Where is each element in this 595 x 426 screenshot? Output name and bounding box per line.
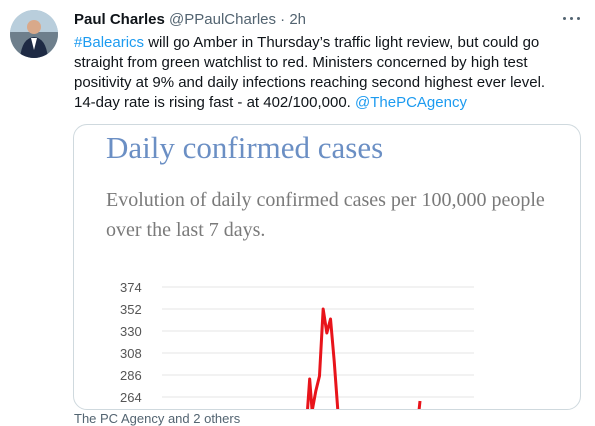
- tweet-text-segment: 14-day rate is rising fast - at 402/100,…: [74, 94, 355, 111]
- y-tick-label: 374: [120, 280, 142, 295]
- author-name[interactable]: Paul Charles: [74, 11, 165, 28]
- tweet-text-line: straight from green watchlist to red. Mi…: [74, 53, 584, 73]
- mention-link[interactable]: @ThePCAgency: [355, 94, 467, 111]
- tweet-text: #Balearics will go Amber in Thursday’s t…: [74, 33, 584, 113]
- tweet-text-line: positivity at 9% and daily infections re…: [74, 73, 584, 93]
- tweet-text-segment: will go Amber in Thursday’s traffic ligh…: [144, 34, 540, 51]
- tweet-text-segment: straight from green watchlist to red. Mi…: [74, 54, 528, 71]
- avatar[interactable]: [10, 10, 58, 58]
- tweet-time[interactable]: 2h: [289, 11, 306, 28]
- author-handle[interactable]: @PPaulCharles: [169, 11, 276, 28]
- tweet-text-line: #Balearics will go Amber in Thursday’s t…: [74, 33, 584, 53]
- tweet-media-card[interactable]: Daily confirmed cases Evolution of daily…: [73, 124, 581, 410]
- series-line: [306, 307, 340, 409]
- y-tick-label: 286: [120, 368, 142, 383]
- more-options-button[interactable]: [561, 12, 581, 26]
- series-line: [417, 400, 422, 409]
- tweet-author: Paul Charles @PPaulCharles · 2h: [74, 11, 306, 28]
- tweet-text-segment: positivity at 9% and daily infections re…: [74, 74, 546, 91]
- y-tick-label: 352: [120, 302, 142, 317]
- hashtag-link[interactable]: #Balearics: [74, 34, 144, 51]
- avatar-image: [10, 10, 58, 58]
- tweet-footer[interactable]: The PC Agency and 2 others: [74, 411, 240, 426]
- chart-plot: 374352330308286264242: [120, 280, 474, 409]
- tweet-text-line: 14-day rate is rising fast - at 402/100,…: [74, 93, 584, 113]
- y-tick-label: 330: [120, 324, 142, 339]
- y-tick-label: 308: [120, 346, 142, 361]
- separator: ·: [280, 11, 286, 28]
- y-tick-label: 264: [120, 390, 142, 405]
